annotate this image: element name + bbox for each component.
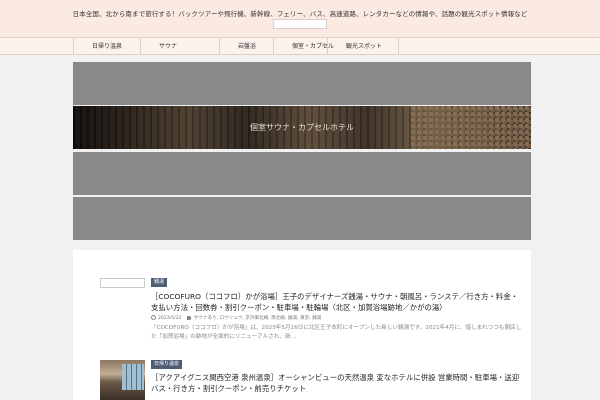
category-badge[interactable]: 銭湯 (151, 278, 168, 287)
banner-4[interactable] (73, 197, 531, 240)
nav-item-sightseeing[interactable]: 観光スポット (327, 38, 399, 55)
post-meta: 2023/5/22 サウナあり, ロウリュウ, 京浜東北線, 南北線, 銭湯, 東… (151, 315, 321, 321)
banner-3[interactable] (73, 152, 531, 195)
nav-item-ganbanyoku[interactable]: 岩盤浴 (219, 38, 273, 55)
search-input[interactable] (273, 19, 327, 29)
post-tags[interactable]: サウナあり, ロウリュウ, 京浜東北線, 南北線, 銭湯, 東京, 銭湯 (194, 316, 322, 321)
banner-private-sauna[interactable]: 個室サウナ・カプセルホテル (73, 106, 531, 149)
post-thumbnail[interactable] (100, 360, 145, 400)
nav-item-day-onsen[interactable]: 日帰り温泉 (73, 38, 140, 55)
nav-item-private-capsule[interactable]: 個室・カプセル (273, 38, 334, 55)
post-thumbnail[interactable] (100, 278, 145, 288)
post-title[interactable]: ［アクアイグニス関西空港 泉州温泉］オーシャンビューの天然温泉 変なホテルに併設… (151, 372, 521, 394)
post-excerpt: 「COCOFURO（ココフロ）かが浴場」は、2023年5月16日に北区王子本町に… (151, 325, 522, 340)
nav-item-sauna[interactable]: サウナ (140, 38, 219, 55)
site-tagline: 日本全国、北から南まで旅行する！バックツアーや飛行機、新幹線、フェリー、バス、高… (72, 10, 528, 18)
post-title[interactable]: ［COCOFURO（ココフロ）かが浴場］王子のデザイナーズ銭湯・サウナ・朝風呂・… (151, 291, 521, 313)
banner-title: 個室サウナ・カプセルホテル (250, 123, 354, 132)
category-badge[interactable]: 日帰り温泉 (151, 360, 183, 369)
post-date: 2023/5/22 (158, 316, 182, 321)
site-header: 日本全国、北から南まで旅行する！バックツアーや飛行機、新幹線、フェリー、バス、高… (0, 0, 600, 37)
banner-1[interactable] (73, 62, 531, 105)
tag-icon (186, 316, 192, 320)
global-nav: 日帰り温泉 サウナ 岩盤浴 個室・カプセル 観光スポット (0, 37, 600, 55)
clock-icon (151, 315, 156, 320)
thumbnail-window-view (122, 364, 144, 390)
